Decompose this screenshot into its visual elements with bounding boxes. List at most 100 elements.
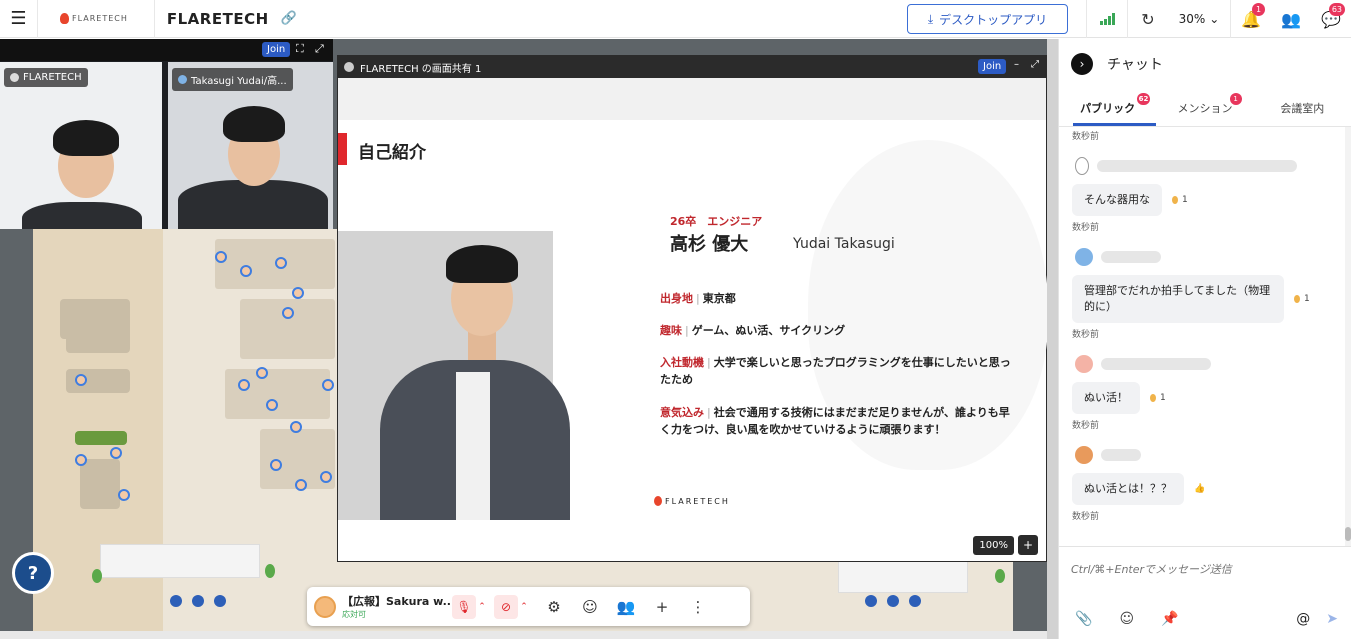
group-icon[interactable]: 👥 [608,592,644,622]
mic-off-icon[interactable]: 🎙 [452,594,476,619]
desk [80,459,120,509]
chat-message-input[interactable] [1071,563,1331,576]
user-avatar[interactable] [238,379,250,391]
attachment-icon[interactable]: 📎 [1075,611,1092,627]
camera-off-icon[interactable]: ⊘ [494,594,518,619]
top-bar-right: ⤓ デスクトップアプリ ↻ 30% ⌄ 🔔 1 👥 💬 63 [907,0,1351,38]
camera-options-chevron-icon[interactable]: ⌃ [518,602,530,612]
message-bubble: ぬい活！ [1072,382,1140,414]
user-avatar[interactable] [282,307,294,319]
user-avatar[interactable] [270,459,282,471]
chat-icon[interactable]: 💬 63 [1311,0,1351,38]
presentation-slide: 自己紹介 26卒 エンジニア 高杉 優大 Yudai Takasugi 出身地 |… [338,120,1047,520]
user-avatar[interactable] [266,399,278,411]
message-bubble: 管理部でだれか拍手してました（物理的に） [1072,275,1284,323]
join-button[interactable]: Join [978,59,1007,74]
user-avatar[interactable] [295,479,307,491]
emoji-icon[interactable]: ☺ [1119,611,1134,627]
tab-public[interactable]: パブリック 62 [1059,89,1157,126]
notification-badge: 1 [1252,3,1265,16]
message-time: 数秒前 [1072,223,1100,233]
user-avatar[interactable] [240,265,252,277]
tab-badge: 62 [1136,93,1151,105]
virtual-office-map[interactable]: Join ⛶ ⤢ FLARETECH Takasugi Yudai/高... F… [0,39,1047,639]
horizontal-scrollbar[interactable] [0,631,1047,639]
brand-logo[interactable]: FLARETECH [60,13,128,24]
chat-scrollbar[interactable] [1345,127,1351,547]
add-icon[interactable]: + [644,592,680,622]
composer-tools: 📎 ☺ 📌 [1075,611,1178,627]
mention-icon[interactable]: @ [1296,611,1310,627]
slide-top-margin [338,78,1046,120]
flame-icon [654,496,662,506]
reaction[interactable]: 1 [1294,294,1310,304]
tab-mention[interactable]: メンション 1 [1156,89,1253,126]
join-button[interactable]: Join [262,42,291,57]
user-avatar[interactable] [290,421,302,433]
user-avatar[interactable] [215,251,227,263]
user-avatar[interactable] [110,447,122,459]
avatar-icon [178,75,187,84]
chat-header: › チャット [1059,39,1351,89]
my-status[interactable]: 【広報】Sakura w... 応対可 [342,593,452,620]
scrollbar-thumb[interactable] [1345,527,1351,541]
reaction[interactable]: 1 [1150,393,1166,403]
user-avatar[interactable] [320,471,332,483]
pin-icon[interactable]: 📌 [1161,611,1178,627]
user-avatar[interactable] [75,454,87,466]
screen-share-window[interactable]: FLARETECH の画面共有 1 Join – ⤢ 自己紹介 26卒 エンジニ… [337,55,1047,562]
desktop-app-button[interactable]: ⤓ デスクトップアプリ [907,4,1068,34]
list-item: そんな器用な 1 [1059,184,1341,216]
send-icon[interactable]: ➤ [1326,611,1338,627]
expand-icon[interactable]: ⤢ [315,42,324,56]
collapse-chat-chevron-icon[interactable]: › [1071,53,1093,75]
my-avatar[interactable] [314,595,336,618]
refresh-icon[interactable]: ↻ [1128,0,1168,38]
share-zoom-in-button[interactable]: + [1018,535,1038,555]
drop-emoji-icon [1294,295,1300,303]
avatar [1075,355,1093,373]
more-options-icon[interactable]: ⋮ [680,592,716,622]
message-author [1059,243,1341,271]
screen-share-header: FLARETECH の画面共有 1 Join – ⤢ [338,56,1046,78]
user-avatar[interactable] [292,287,304,299]
minimize-icon[interactable]: – [1014,59,1019,70]
composer-actions: @ ➤ [1296,611,1338,627]
chat-badge: 63 [1328,3,1345,16]
expand-icon[interactable]: ⤢ [1031,59,1039,70]
stool [214,595,226,607]
video-tile-takasugi[interactable]: Takasugi Yudai/高... [168,62,333,229]
avatar-icon [10,73,19,82]
settings-gear-icon[interactable]: ⚙ [536,592,572,622]
video-tile-flaretech[interactable]: FLARETECH [0,62,162,229]
user-avatar[interactable] [322,379,334,391]
notification-bell-icon[interactable]: 🔔 1 [1231,0,1271,38]
message-time: 数秒前 [1072,330,1100,340]
chat-message-list[interactable]: 数秒前 そんな器用な 1 数秒前 管理部でだれか拍手してました（物理的に） 1 … [1059,127,1341,547]
mic-options-chevron-icon[interactable]: ⌃ [476,602,488,612]
help-button[interactable]: ? [12,552,54,594]
plant [265,564,275,578]
focus-icon[interactable]: ⛶ [296,42,304,56]
connection-signal-icon[interactable] [1087,0,1127,38]
thumbs-up-icon[interactable]: 👍 [1194,484,1205,494]
reaction[interactable]: 1 [1172,195,1188,205]
emoji-icon[interactable]: ☺ [572,592,608,622]
user-avatar[interactable] [75,374,87,386]
zoom-dropdown[interactable]: 30% ⌄ [1168,12,1230,26]
profile-field-motivation: 入社動機 | 大学で楽しいと思ったプログラミングを仕事にしたいと思ったため [660,356,1011,386]
robot-avatar-icon [1075,157,1089,175]
user-avatar[interactable] [118,489,130,501]
members-icon[interactable]: 👥 [1271,0,1311,38]
video-strip: Join ⛶ ⤢ FLARETECH Takasugi Yudai/高... [0,39,333,229]
chat-title: チャット [1107,57,1163,73]
name-english: Yudai Takasugi [793,236,895,252]
user-avatar[interactable] [275,257,287,269]
message-bubble: ぬい活とは！？？ [1072,473,1184,505]
share-zoom-level[interactable]: 100% [973,536,1014,555]
hamburger-menu-icon[interactable]: ☰ [0,0,38,38]
link-icon[interactable]: 🔗 [281,11,297,26]
screen-share-title: FLARETECH の画面共有 1 [360,63,482,75]
tab-meeting-room[interactable]: 会議室内 [1254,89,1351,126]
user-avatar[interactable] [256,367,268,379]
